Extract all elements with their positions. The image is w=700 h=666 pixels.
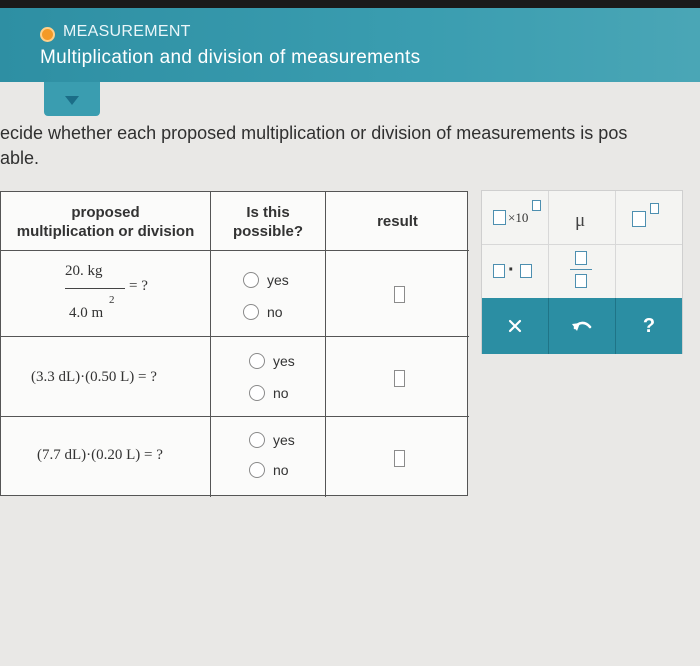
instruction-line-1: ecide whether each proposed multiplicati… (0, 123, 628, 143)
dot-symbol: · (508, 259, 515, 281)
topic-label: MEASUREMENT (63, 23, 191, 40)
row1-no-option[interactable]: no (243, 304, 283, 320)
radio-button[interactable] (249, 385, 265, 401)
row1-equals: = ? (129, 278, 148, 294)
table-divider (1, 250, 469, 251)
table-divider (1, 336, 469, 337)
row2-result-input[interactable] (394, 370, 405, 387)
row3-result-input[interactable] (394, 450, 405, 467)
option-label: no (267, 304, 283, 320)
undo-icon (572, 321, 592, 331)
top-strip (0, 0, 700, 8)
palette-action-bar: ? (482, 298, 682, 354)
collapse-toggle-button[interactable] (44, 82, 100, 116)
row1-numerator: 20. kg (65, 263, 103, 279)
header-possible: Is this possible? (211, 203, 325, 241)
radio-button[interactable] (249, 432, 265, 448)
row2-yes-option[interactable]: yes (249, 353, 295, 369)
radio-button[interactable] (249, 462, 265, 478)
option-label: no (273, 462, 289, 478)
clear-button[interactable] (482, 298, 548, 354)
factor-box-icon (493, 264, 505, 278)
header-proposed-line2: multiplication or division (16, 223, 195, 240)
factor-box-icon (520, 264, 532, 278)
measurement-table: proposed multiplication or division Is t… (0, 191, 469, 497)
option-label: yes (273, 353, 295, 369)
undo-button[interactable] (549, 298, 615, 354)
row2-expression: (3.3 dL)·(0.50 L) = ? (31, 369, 157, 385)
row1-exponent: 2 (109, 294, 115, 306)
row1-yes-option[interactable]: yes (243, 272, 289, 288)
chevron-down-icon (65, 96, 79, 105)
radio-button[interactable] (249, 353, 265, 369)
x-icon (508, 319, 522, 333)
denominator-box-icon (575, 274, 587, 288)
header-proposed-line1: proposed (71, 204, 140, 221)
radio-button[interactable] (243, 304, 259, 320)
mu-symbol: μ (575, 210, 586, 231)
numerator-box-icon (575, 251, 587, 265)
table-divider (325, 192, 326, 497)
fraction-bar (65, 288, 125, 289)
row2-no-option[interactable]: no (249, 385, 289, 401)
row1-result-input[interactable] (394, 286, 405, 303)
exponent-box-icon (532, 200, 541, 211)
superscript-button[interactable] (616, 191, 682, 243)
multiply-dot-button[interactable]: · (482, 245, 548, 297)
table-divider (1, 416, 469, 417)
radio-button[interactable] (243, 272, 259, 288)
option-label: yes (267, 272, 289, 288)
exponent-box-icon (650, 203, 659, 214)
row1-denominator: 4.0 m (69, 305, 104, 321)
page-title: Multiplication and division of measureme… (40, 47, 421, 68)
header-proposed: proposed multiplication or division (1, 203, 210, 241)
instruction-line-2: able. (0, 148, 40, 168)
help-button[interactable]: ? (616, 298, 682, 354)
fraction-line (570, 269, 592, 270)
fraction-button[interactable] (549, 245, 615, 297)
base-box-icon (632, 211, 646, 227)
header-bar: MEASUREMENT Multiplication and division … (0, 8, 700, 82)
option-label: yes (273, 432, 295, 448)
header-result: result (377, 213, 418, 230)
math-palette: ×10 μ · ? (481, 190, 683, 354)
header-possible-line1: Is this (246, 204, 290, 221)
header-possible-line2: possible? (232, 223, 303, 240)
times-ten-label: ×10 (508, 210, 529, 225)
instruction-text: ecide whether each proposed multiplicati… (0, 121, 700, 171)
row3-yes-option[interactable]: yes (249, 432, 295, 448)
row3-no-option[interactable]: no (249, 462, 289, 478)
micro-symbol-button[interactable]: μ (549, 191, 615, 243)
option-label: no (273, 385, 289, 401)
placeholder-box-icon (493, 210, 506, 225)
sci-notation-button[interactable]: ×10 (482, 191, 548, 243)
topic-status-icon (40, 27, 55, 42)
row3-expression: (7.7 dL)·(0.20 L) = ? (37, 447, 163, 463)
